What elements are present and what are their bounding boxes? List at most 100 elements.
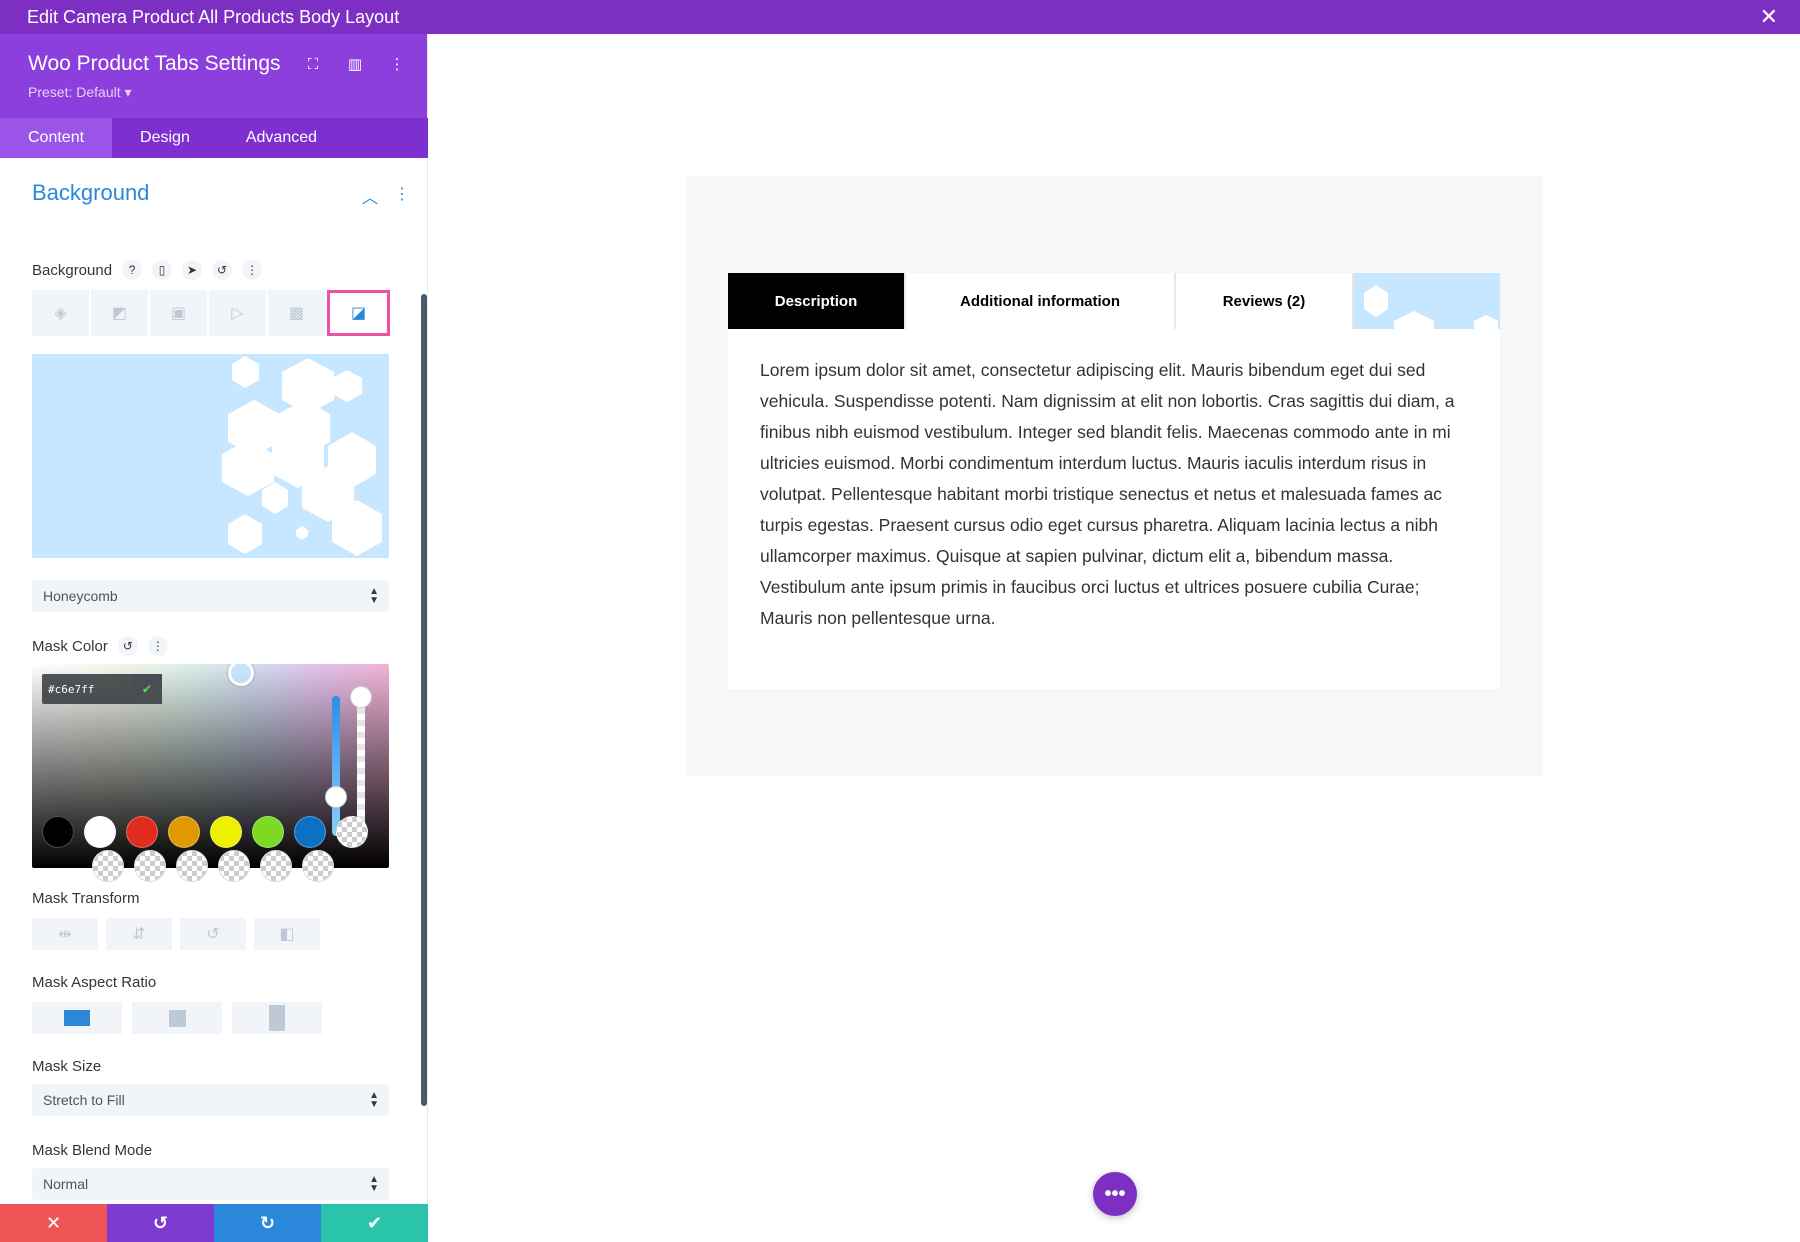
swatch-red[interactable] xyxy=(126,816,158,848)
mask-aspect-ratio-label: Mask Aspect Ratio xyxy=(32,974,157,991)
video-icon[interactable]: ▷ xyxy=(209,290,266,336)
more-options-button[interactable]: ••• xyxy=(1093,1172,1137,1216)
mask-style-select[interactable]: Honeycomb ▲ ▼ xyxy=(32,580,389,612)
mask-aspect-label-row: Mask Aspect Ratio xyxy=(32,974,156,991)
swatch-yellow[interactable] xyxy=(210,816,242,848)
saturation-handle[interactable] xyxy=(228,664,254,686)
cursor-icon[interactable]: ➤ xyxy=(182,260,203,280)
mobile-icon[interactable]: ▯ xyxy=(152,260,173,280)
tab-design[interactable]: Design xyxy=(112,118,218,158)
mask-blend-mode-label: Mask Blend Mode xyxy=(32,1142,153,1159)
field-more-icon[interactable]: ⋮ xyxy=(242,260,263,280)
mask-transform-label-row: Mask Transform xyxy=(32,890,140,907)
custom-swatch[interactable] xyxy=(176,850,208,882)
tab-description[interactable]: Description xyxy=(728,273,906,329)
background-field-label: Background xyxy=(32,261,113,279)
swatch-green[interactable] xyxy=(252,816,284,848)
gradient-icon[interactable]: ◩ xyxy=(91,290,148,336)
mask-blend-label-row: Mask Blend Mode xyxy=(32,1142,152,1159)
custom-swatch[interactable] xyxy=(260,850,292,882)
mask-icon[interactable]: ◪ xyxy=(327,290,390,336)
expand-icon[interactable]: ⛶ xyxy=(303,54,323,74)
mask-color-more-icon[interactable]: ⋮ xyxy=(147,636,168,656)
hue-slider-handle[interactable] xyxy=(325,786,347,808)
mask-size-value: Stretch to Fill xyxy=(43,1092,125,1108)
custom-swatch[interactable] xyxy=(218,850,250,882)
color-picker[interactable]: #c6e7ff ✔ xyxy=(32,664,389,868)
redo-icon[interactable]: ↻ xyxy=(214,1204,321,1242)
mask-color-label-row: Mask Color ↺ ⋮ xyxy=(32,636,168,656)
color-fill-icon[interactable]: ◈ xyxy=(32,290,89,336)
mask-blend-select[interactable]: Normal ▲ ▼ xyxy=(32,1168,389,1200)
settings-panel: Woo Product Tabs Settings Preset: Defaul… xyxy=(0,34,428,1242)
aspect-portrait-button[interactable] xyxy=(232,1002,322,1034)
panel-body: Background ︿ ⋮ Background ? ▯ ➤ ↺ ⋮ ◈ ◩ … xyxy=(0,158,428,1200)
hue-slider[interactable] xyxy=(332,696,340,836)
hex-input[interactable]: #c6e7ff ✔ xyxy=(42,674,162,704)
square-icon xyxy=(168,1009,186,1027)
mask-color-label: Mask Color xyxy=(32,637,108,655)
opacity-slider-handle[interactable] xyxy=(350,686,372,708)
aspect-square-button[interactable] xyxy=(132,1002,222,1034)
swatch-white[interactable] xyxy=(84,816,116,848)
honeycomb-mask-strip xyxy=(1364,285,1498,329)
discard-icon[interactable]: ✕ xyxy=(0,1204,107,1242)
panel-tabs: Content Design Advanced xyxy=(0,118,428,158)
invert-icon[interactable]: ◧ xyxy=(254,918,320,950)
reset-icon[interactable]: ↺ xyxy=(212,260,233,280)
section-more-icon[interactable]: ⋮ xyxy=(394,184,410,208)
help-icon[interactable]: ? xyxy=(122,260,143,280)
extra-swatches xyxy=(92,850,334,882)
tab-advanced[interactable]: Advanced xyxy=(218,118,345,158)
panel-scrollbar[interactable] xyxy=(421,294,427,1106)
panel-footer: ✕ ↺ ↻ ✔ xyxy=(0,1204,428,1242)
swatch-black[interactable] xyxy=(42,816,74,848)
panel-title: Woo Product Tabs Settings xyxy=(28,52,281,75)
color-swatches xyxy=(42,816,368,848)
mask-preview xyxy=(32,354,389,558)
select-arrows-icon: ▲ ▼ xyxy=(369,1090,379,1110)
mask-size-label: Mask Size xyxy=(32,1058,102,1075)
mask-color-reset-icon[interactable]: ↺ xyxy=(117,636,138,656)
aspect-landscape-button[interactable] xyxy=(32,1002,122,1034)
window-title: Edit Camera Product All Products Body La… xyxy=(27,6,400,27)
rotate-icon[interactable]: ↺ xyxy=(180,918,246,950)
custom-swatch[interactable] xyxy=(134,850,166,882)
portrait-icon xyxy=(269,1005,285,1031)
mask-size-select[interactable]: Stretch to Fill ▲ ▼ xyxy=(32,1084,389,1116)
section-title[interactable]: Background xyxy=(32,180,149,206)
swatch-blue[interactable] xyxy=(294,816,326,848)
custom-swatch[interactable] xyxy=(92,850,124,882)
honeycomb-mask-graphic xyxy=(222,356,382,556)
save-check-icon[interactable]: ✔ xyxy=(321,1204,428,1242)
mask-style-value: Honeycomb xyxy=(43,588,118,604)
custom-swatch[interactable] xyxy=(302,850,334,882)
close-icon[interactable]: ✕ xyxy=(1760,6,1778,28)
select-arrows-icon: ▲ ▼ xyxy=(369,586,379,606)
opacity-slider[interactable] xyxy=(357,696,365,836)
flip-vertical-icon[interactable]: ⇵ xyxy=(106,918,172,950)
swatch-transparent[interactable] xyxy=(336,816,368,848)
tab-reviews[interactable]: Reviews (2) xyxy=(1176,273,1354,329)
ellipsis-icon: ••• xyxy=(1104,1182,1126,1205)
columns-icon[interactable]: ▥ xyxy=(345,54,365,74)
section-tools: ︿ ⋮ xyxy=(362,184,410,208)
window-titlebar: Edit Camera Product All Products Body La… xyxy=(0,0,1800,34)
preset-selector[interactable]: Preset: Default ▾ xyxy=(28,84,132,101)
mask-transform-label: Mask Transform xyxy=(32,890,140,907)
tab-content[interactable]: Content xyxy=(0,118,113,158)
landscape-icon xyxy=(64,1010,90,1026)
panel-header: Woo Product Tabs Settings Preset: Defaul… xyxy=(0,34,428,158)
mask-size-label-row: Mask Size xyxy=(32,1058,101,1075)
pattern-icon[interactable]: ▩ xyxy=(268,290,325,336)
flip-horizontal-icon[interactable]: ⇹ xyxy=(32,918,98,950)
tab-additional-information[interactable]: Additional information xyxy=(906,273,1176,329)
image-icon[interactable]: ▣ xyxy=(150,290,207,336)
chevron-up-icon[interactable]: ︿ xyxy=(362,184,378,208)
undo-icon[interactable]: ↺ xyxy=(107,1204,214,1242)
mask-aspect-buttons xyxy=(32,1002,322,1034)
swatch-orange[interactable] xyxy=(168,816,200,848)
background-label-row: Background ? ▯ ➤ ↺ ⋮ xyxy=(32,260,263,280)
more-icon[interactable]: ⋮ xyxy=(387,54,407,74)
confirm-check-icon[interactable]: ✔ xyxy=(132,674,162,704)
